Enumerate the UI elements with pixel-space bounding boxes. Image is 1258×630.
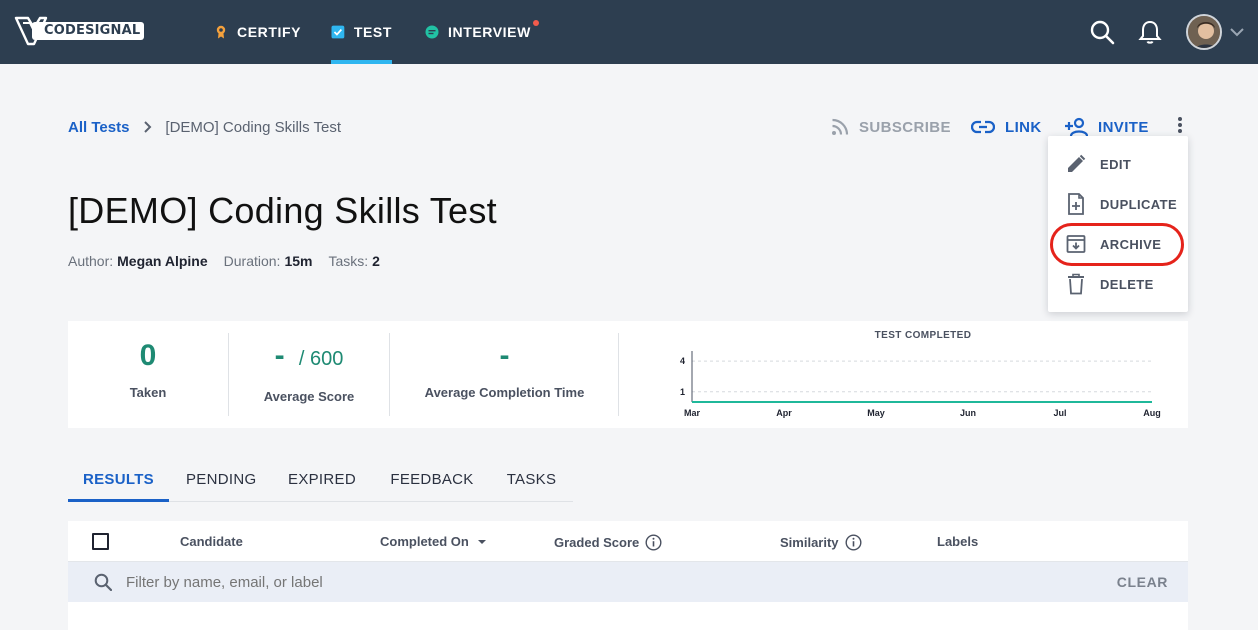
stat-average-score: - / 600 Average Score [229,321,389,428]
subscribe-label: SUBSCRIBE [859,118,951,136]
test-meta: Author: Megan Alpine Duration: 15m Tasks… [68,253,396,269]
codesignal-logo[interactable]: CODESIGNAL [14,14,145,48]
subscribe-button[interactable]: SUBSCRIBE [831,115,951,139]
x-tick-label: Jul [1053,408,1066,418]
x-tick-label: May [867,408,885,418]
user-avatar[interactable] [1186,14,1222,50]
more-options-icon[interactable] [1170,114,1190,138]
breadcrumb-all-tests[interactable]: All Tests [68,119,129,136]
author-label: Author: [68,253,114,269]
info-icon[interactable] [845,534,862,551]
notification-bell-icon[interactable] [1136,18,1164,46]
trash-icon [1068,273,1084,295]
chart-title: TEST COMPLETED [875,330,972,341]
avg-score-max: / 600 [298,348,344,370]
column-graded-score-label: Graded Score [554,535,640,550]
top-navigation-bar: CODESIGNAL CERTIFY TEST INTERVIEW [0,0,1258,64]
column-graded-score[interactable]: Graded Score [554,534,662,551]
taken-label: Taken [129,385,167,400]
tab-expired[interactable]: EXPIRED [287,462,357,502]
results-table-header: Candidate Completed On Graded Score Simi… [68,521,1188,562]
tasks-value: 2 [372,253,380,269]
nav-certify[interactable]: CERTIFY [214,0,301,64]
column-similarity-label: Similarity [780,535,839,550]
nav-certify-label: CERTIFY [237,24,302,40]
test-completed-chart: TEST COMPLETED 4 1 Mar Apr May Jun Jul Aug [680,330,1161,418]
x-tick-label: Mar [684,408,701,418]
x-tick-label: Apr [776,408,792,418]
filter-bar: CLEAR [68,562,1188,602]
interview-chat-icon [425,25,439,39]
user-photo-icon [1188,16,1220,48]
duration-label: Duration: [223,253,281,269]
avg-score-value-row: - / 600 [229,339,389,373]
nav-test[interactable]: TEST [331,0,392,64]
rss-icon [832,118,849,135]
search-icon[interactable] [1088,18,1116,46]
avg-time-label: Average Completion Time [424,385,585,400]
tab-results[interactable]: RESULTS [68,462,169,502]
taken-value: 0 [139,339,157,372]
nav-interview[interactable]: INTERVIEW [425,0,539,64]
link-label: LINK [1005,118,1042,136]
link-icon [971,120,995,134]
column-completed-on[interactable]: Completed On [380,534,487,549]
stat-average-time: - Average Completion Time [390,321,619,428]
author-value: Megan Alpine [117,253,208,269]
select-all-checkbox[interactable] [92,533,109,550]
add-person-icon [1065,117,1088,137]
nav-test-label: TEST [353,24,392,40]
column-candidate[interactable]: Candidate [180,534,243,549]
chevron-down-icon[interactable] [1229,26,1245,38]
column-completed-on-label: Completed On [380,534,469,549]
page-title: [DEMO] Coding Skills Test [68,190,497,231]
chevron-right-icon [144,121,152,133]
avg-score-value: - [274,339,285,372]
y-tick-label: 4 [680,356,685,366]
column-similarity[interactable]: Similarity [780,534,862,551]
y-tick-label: 1 [680,387,685,397]
menu-item-delete[interactable]: DELETE [1048,264,1188,304]
column-labels-label: Labels [937,534,979,549]
breadcrumb: All Tests [DEMO] Coding Skills Test [68,118,341,136]
breadcrumb-current: [DEMO] Coding Skills Test [165,118,342,136]
column-labels[interactable]: Labels [937,534,978,549]
tab-pending[interactable]: PENDING [186,462,256,502]
avg-score-label: Average Score [263,389,355,404]
tab-feedback[interactable]: FEEDBACK [388,462,476,502]
menu-edit-label: EDIT [1100,156,1132,172]
duration-value: 15m [284,253,313,269]
results-table-body [68,602,1188,630]
x-tick-label: Jun [960,408,976,418]
pencil-icon [1068,154,1086,172]
link-button[interactable]: LINK [971,115,1042,139]
menu-item-edit[interactable]: EDIT [1048,144,1188,184]
tab-tasks[interactable]: TASKS [506,462,557,502]
duplicate-file-icon [1068,193,1084,215]
results-tabs: RESULTS PENDING EXPIRED FEEDBACK TASKS [68,462,573,502]
brand-name: CODESIGNAL [32,22,145,40]
info-icon[interactable] [645,534,662,551]
certificate-icon [216,25,226,39]
avg-time-value: - [499,339,510,372]
tasks-label: Tasks: [328,253,369,269]
x-tick-label: Aug [1143,408,1161,418]
invite-label: INVITE [1098,118,1149,136]
stat-taken: 0 Taken [68,321,228,428]
menu-item-duplicate[interactable]: DUPLICATE [1048,184,1188,224]
sort-descending-icon [477,539,486,544]
filter-input[interactable] [126,574,626,591]
search-icon [94,573,112,591]
menu-delete-label: DELETE [1100,276,1154,292]
nav-interview-label: INTERVIEW [448,24,531,40]
notification-dot [532,20,539,26]
column-candidate-label: Candidate [180,534,243,549]
stat-divider [618,333,619,416]
archive-highlight-ring [1050,223,1184,266]
stats-card: 0 Taken - / 600 Average Score - Average … [68,321,1188,428]
menu-duplicate-label: DUPLICATE [1100,196,1178,212]
clear-filter-button[interactable]: CLEAR [1117,574,1168,590]
test-checkbox-icon [331,25,345,39]
